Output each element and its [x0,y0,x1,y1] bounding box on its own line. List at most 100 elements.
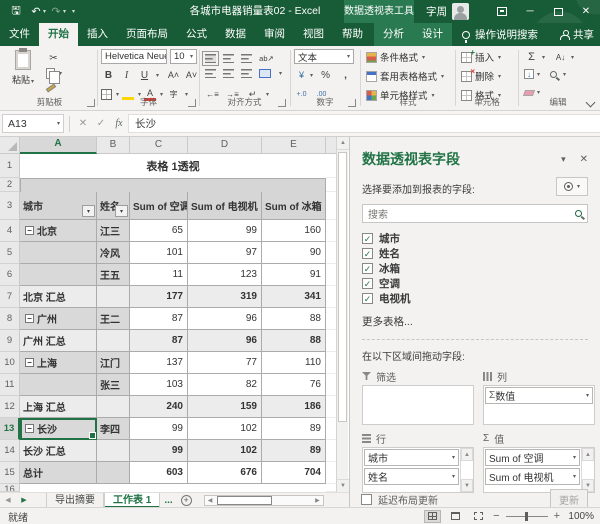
column-header-b[interactable]: B [97,137,130,154]
row-header-7[interactable]: 7 [0,286,20,308]
font-dialog-launcher-icon[interactable] [188,99,196,107]
cell-c4[interactable]: 65 [130,220,188,242]
format-painter-icon[interactable] [46,83,56,92]
tab-审阅[interactable]: 审阅 [255,23,294,46]
font-name-combo[interactable]: Helvetica Neue▾ [101,49,167,64]
cell-c15[interactable]: 603 [130,462,188,484]
tools-button[interactable]: ▾ [556,177,588,196]
cell-e4[interactable]: 160 [262,220,326,242]
formula-input[interactable]: 长沙 [128,114,600,133]
cell-a14[interactable]: 长沙 汇总 [20,440,97,462]
filters-well[interactable] [362,385,474,425]
cell-c13[interactable]: 99 [130,418,188,440]
tab-设计[interactable]: 设计 [413,23,452,46]
zoom-in-icon[interactable]: + [554,510,560,522]
more-tables-link[interactable]: 更多表格... [362,314,588,329]
cut-icon[interactable] [46,51,61,65]
cell-a7[interactable]: 北京 汇总 [20,286,97,308]
column-header-e[interactable]: E [262,137,326,154]
sheet-tab-工作表 1[interactable]: 工作表 1 [104,493,160,508]
cell-e6[interactable]: 91 [262,264,326,286]
cell-e7[interactable]: 341 [262,286,326,308]
row-header-5[interactable]: 5 [0,242,20,264]
field-dropdown-icon[interactable]: ▾ [452,473,455,480]
cell-a10[interactable]: −上海 [20,352,97,374]
row-header-9[interactable]: 9 [0,330,20,352]
cell-e9[interactable]: 88 [262,330,326,352]
field-checkbox[interactable]: ✓ [362,263,373,274]
zoom-out-icon[interactable]: − [493,510,499,522]
fill-icon[interactable]: ↓ [524,69,534,79]
field-checkbox[interactable]: ✓ [362,248,373,259]
cell-b11[interactable]: 张三 [97,374,130,396]
conditional-formatting-button[interactable]: 条件格式▾ [366,50,425,64]
close-icon[interactable]: ✕ [572,0,600,23]
tab-页面布局[interactable]: 页面布局 [117,23,177,46]
pivot-header-tv[interactable]: Sum of 电视机 [188,192,262,220]
area-field-城市[interactable]: 城市▾ [364,449,459,466]
normal-view-icon[interactable] [424,510,441,523]
cell-c6[interactable]: 11 [130,264,188,286]
area-field-姓名[interactable]: 姓名▾ [364,468,459,485]
cell-a13[interactable]: −长沙 [20,418,97,440]
cell-e5[interactable]: 90 [262,242,326,264]
cell-c9[interactable]: 87 [130,330,188,352]
cell-e13[interactable]: 89 [262,418,326,440]
cell-b7[interactable] [97,286,130,308]
column-header-a[interactable]: A [20,137,97,154]
enter-entry-icon[interactable]: ✓ [92,115,110,133]
area-field-Sum of 空调[interactable]: Sum of 空调▾ [485,449,580,466]
cell-b13[interactable]: 李四 [97,418,130,440]
select-all-corner[interactable] [0,137,20,154]
cell-b6[interactable]: 王五 [97,264,130,286]
cell-c10[interactable]: 137 [130,352,188,374]
cell-c12[interactable]: 240 [130,396,188,418]
italic-button[interactable] [119,68,134,82]
vertical-scroll-thumb[interactable] [338,152,347,422]
cell-d11[interactable]: 82 [188,374,262,396]
cell-b14[interactable] [97,440,130,462]
grow-font-button[interactable] [166,68,181,82]
bold-button[interactable] [101,68,116,82]
tab-视图[interactable]: 视图 [294,23,333,46]
delete-cells-button[interactable]: ×删除▾ [461,69,501,83]
collapse-icon[interactable]: − [25,226,34,235]
rows-well[interactable]: 城市▾ 姓名▾▲▼ [362,447,474,493]
scroll-right-icon[interactable]: ▶ [315,497,320,504]
collapse-icon[interactable]: − [25,314,34,323]
well-scroll-up-icon[interactable]: ▲ [582,448,594,461]
field-dropdown-icon[interactable]: ▾ [573,473,576,480]
copy-icon[interactable] [46,68,55,79]
collapse-icon[interactable]: − [25,424,34,433]
cell-d6[interactable]: 123 [188,264,262,286]
clear-icon[interactable] [523,90,535,96]
cell-b4[interactable]: 江三 [97,220,130,242]
filter-dropdown-icon[interactable]: ▾ [115,205,128,217]
tab-插入[interactable]: 插入 [78,23,117,46]
field-item-电视机[interactable]: ✓电视机 [362,291,588,306]
field-item-空调[interactable]: ✓空调 [362,276,588,291]
cell-a8[interactable]: −广州 [20,308,97,330]
row-header-13[interactable]: 13 [0,418,20,440]
cell-e11[interactable]: 76 [262,374,326,396]
field-search-input[interactable]: 搜索 [362,204,588,223]
cell-a4[interactable]: −北京 [20,220,97,242]
zoom-slider-thumb[interactable] [525,512,528,521]
row-header-15[interactable]: 15 [0,462,20,484]
minimize-icon[interactable]: ─ [516,0,544,23]
field-checkbox[interactable]: ✓ [362,233,373,244]
scroll-down-icon[interactable]: ▼ [337,479,349,492]
tab-数据[interactable]: 数据 [216,23,255,46]
zoom-percentage[interactable]: 100% [566,511,594,522]
cell-d13[interactable]: 102 [188,418,262,440]
cell-c14[interactable]: 99 [130,440,188,462]
name-box-dropdown-icon[interactable]: ▾ [57,120,60,127]
scroll-up-icon[interactable]: ▲ [337,137,349,150]
field-dropdown-icon[interactable]: ▾ [586,392,589,399]
paste-button[interactable]: 粘贴▾ [8,50,38,86]
field-dropdown-icon[interactable]: ▾ [452,454,455,461]
well-scrollbar[interactable]: ▲▼ [460,448,473,492]
font-size-combo[interactable]: 10▾ [170,49,197,64]
cell-e14[interactable]: 89 [262,440,326,462]
prev-sheet-icon[interactable]: ◀ [0,496,16,504]
